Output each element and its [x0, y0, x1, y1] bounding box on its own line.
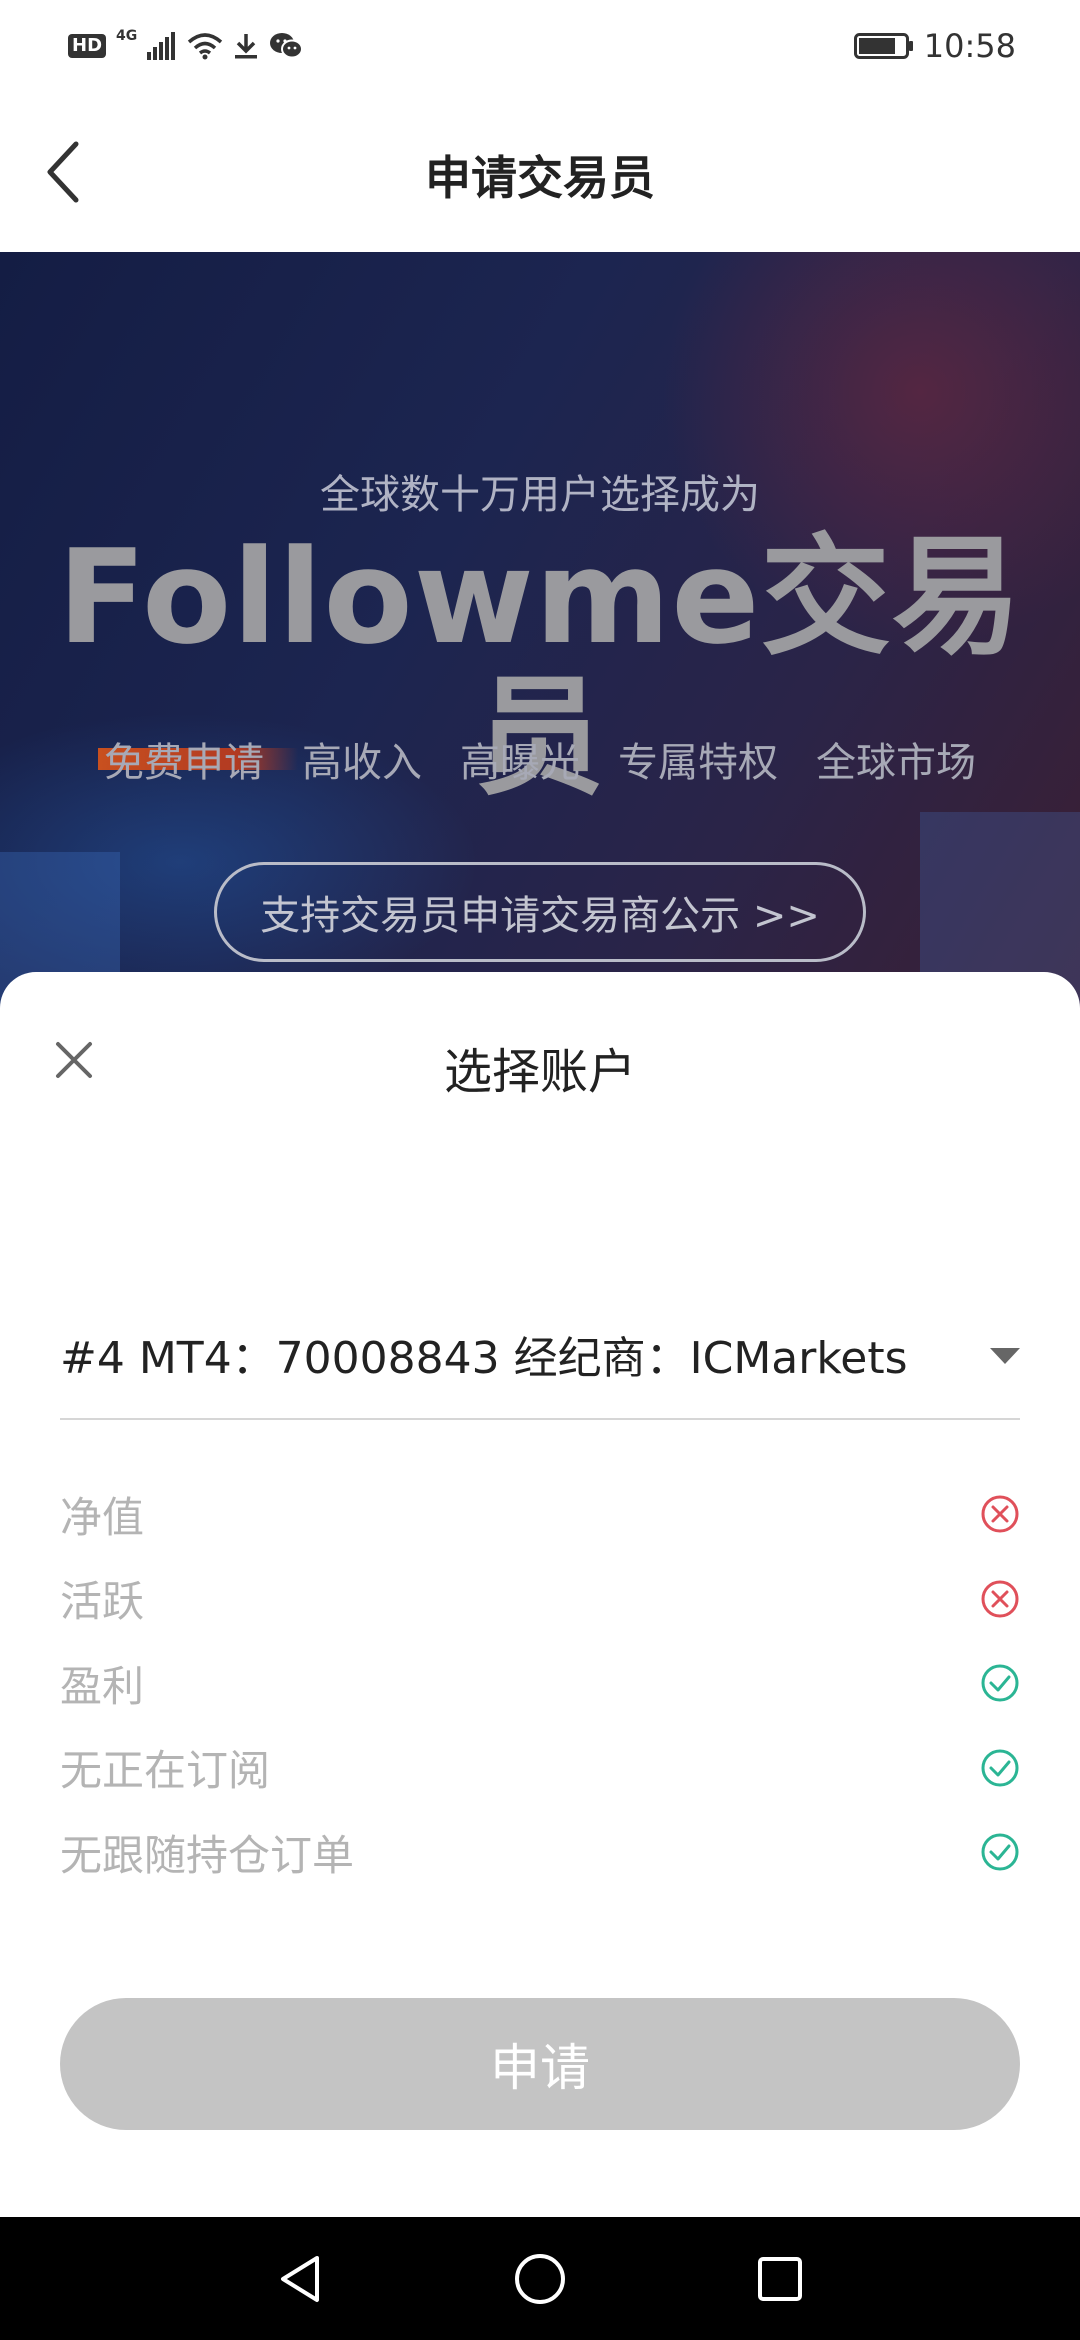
- banner-tag: 高收入: [302, 730, 422, 788]
- triangle-back-icon: [281, 2256, 319, 2302]
- eligibility-list: 净值 活跃 盈利 无正在订阅 无跟随持仓订单: [60, 1472, 1020, 1895]
- check-circle-icon: [981, 1664, 1019, 1702]
- broker-disclosure-button[interactable]: 支持交易员申请交易商公示 >>: [214, 862, 866, 962]
- clock: 10:58: [923, 27, 1016, 65]
- square-recents-icon: [758, 2257, 802, 2301]
- network-type: 4G: [116, 28, 138, 44]
- banner-tag-label: 免费申请: [104, 740, 264, 786]
- criteria-row: 活跃: [60, 1557, 1020, 1642]
- banner-tags: 免费申请 高收入 高曝光 专属特权 全球市场: [0, 730, 1080, 788]
- account-dropdown[interactable]: #4 MT4：70008843 经纪商：ICMarkets: [60, 1290, 1020, 1420]
- circle-home-icon: [515, 2254, 565, 2304]
- caret-down-icon: [990, 1348, 1020, 1364]
- banner-subtitle: 全球数十万用户选择成为: [320, 472, 760, 518]
- app-header: 申请交易员: [0, 92, 1080, 252]
- criteria-label: 净值: [60, 1492, 145, 1542]
- status-bar-right: 10:58: [853, 24, 1016, 68]
- signal-icon: [147, 32, 176, 60]
- banner-tag-label: 高曝光: [460, 740, 580, 786]
- banner-tag: 专属特权: [618, 730, 778, 788]
- nav-back-button[interactable]: [268, 2247, 332, 2311]
- nav-recents-button[interactable]: [748, 2247, 812, 2311]
- check-circle-icon: [981, 1749, 1019, 1786]
- x-circle-icon: [981, 1495, 1019, 1533]
- system-nav-bar: [0, 2217, 1080, 2340]
- banner-tag: 高曝光: [460, 730, 580, 788]
- criteria-row: 无跟随持仓订单: [60, 1810, 1020, 1895]
- banner-tag-label: 全球市场: [816, 740, 976, 786]
- promo-banner: 全球数十万用户选择成为 Followme交易员 免费申请 高收入 高曝光 专属特…: [0, 252, 1080, 1012]
- apply-button[interactable]: 申请: [60, 1998, 1020, 2130]
- criteria-label: 活跃: [60, 1577, 145, 1627]
- criteria-row: 净值: [60, 1472, 1020, 1557]
- x-circle-icon: [981, 1580, 1019, 1617]
- status-bar: HD 4G 10:58: [0, 0, 1080, 92]
- criteria-label: 无正在订阅: [60, 1746, 271, 1796]
- hd-badge: HD: [68, 34, 107, 58]
- status-bar-left: HD 4G: [68, 26, 304, 66]
- wifi-icon: [188, 33, 223, 60]
- criteria-row: 盈利: [60, 1641, 1020, 1726]
- criteria-label: 无跟随持仓订单: [60, 1830, 355, 1880]
- banner-tag: 全球市场: [816, 730, 976, 788]
- criteria-label: 盈利: [60, 1661, 145, 1711]
- sheet-title: 选择账户: [443, 1044, 636, 1100]
- banner-tag-label: 专属特权: [618, 740, 778, 786]
- banner-tag-label: 高收入: [302, 740, 422, 786]
- wechat-icon: [270, 33, 304, 59]
- check-circle-icon: [981, 1833, 1019, 1871]
- criteria-row: 无正在订阅: [60, 1726, 1020, 1811]
- nav-home-button[interactable]: [508, 2247, 572, 2311]
- battery-icon: [853, 33, 913, 59]
- select-account-sheet: 选择账户 #4 MT4：70008843 经纪商：ICMarkets 净值 活跃…: [0, 972, 1080, 2217]
- selected-account: #4 MT4：70008843 经纪商：ICMarkets: [60, 1333, 908, 1384]
- download-icon: [235, 34, 258, 59]
- banner-tag: 免费申请: [98, 730, 298, 788]
- page-title: 申请交易员: [425, 151, 655, 205]
